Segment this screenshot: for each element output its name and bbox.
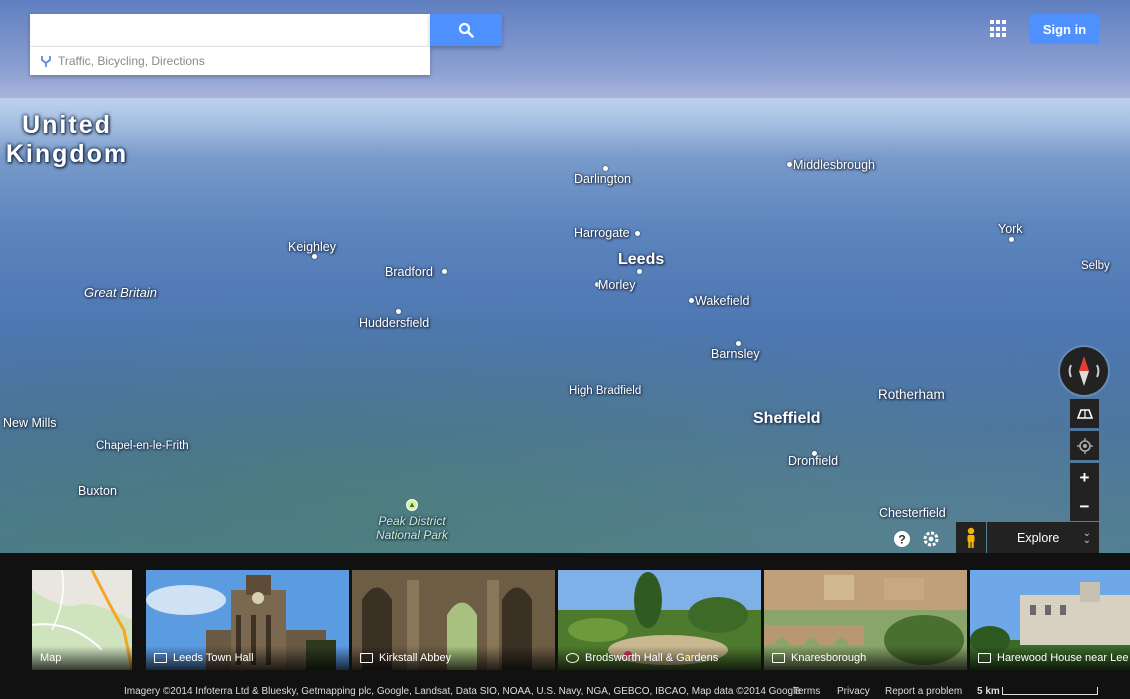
suggestion-text: Traffic, Bicycling, Directions xyxy=(58,54,205,68)
report-problem-link[interactable]: Report a problem xyxy=(885,686,962,697)
apps-grid-icon[interactable] xyxy=(990,20,1008,38)
place-chesterfield[interactable]: Chesterfield xyxy=(879,506,946,520)
svg-text:?: ? xyxy=(898,533,905,547)
explore-button[interactable]: Explore ⌄ ⌄ xyxy=(987,522,1099,553)
place-darlington[interactable]: Darlington xyxy=(574,172,631,186)
carousel-item-kirkstall-abbey[interactable]: Kirkstall Abbey xyxy=(352,570,555,670)
zoom-out-button[interactable]: − xyxy=(1070,492,1099,521)
carousel-caption: Map xyxy=(32,646,132,670)
privacy-link[interactable]: Privacy xyxy=(837,686,870,697)
carousel-caption: Knaresborough xyxy=(764,646,967,670)
place-york[interactable]: York xyxy=(998,222,1023,236)
horizon-haze xyxy=(0,98,1130,158)
place-chapel-en-le-frith[interactable]: Chapel-en-le-Frith xyxy=(96,440,189,452)
place-harrogate[interactable]: Harrogate xyxy=(574,226,630,240)
place-keighley[interactable]: Keighley xyxy=(288,240,336,254)
scale-label: 5 km xyxy=(977,686,1000,697)
search-box xyxy=(30,14,430,46)
footer: Imagery ©2014 Infoterra Ltd & Bluesky, G… xyxy=(0,683,1130,699)
country-label: United Kingdom xyxy=(4,111,130,169)
directions-icon xyxy=(41,56,51,67)
carousel-label: Kirkstall Abbey xyxy=(379,652,452,664)
chevron-down-icon: ⌄ ⌄ xyxy=(1082,528,1091,546)
place-morley[interactable]: Morley xyxy=(598,278,636,292)
country-label-line2: Kingdom xyxy=(5,140,129,168)
place-wakefield[interactable]: Wakefield xyxy=(695,294,749,308)
carousel-label: Knaresborough xyxy=(791,652,867,664)
terrain-shading xyxy=(0,260,1130,553)
search-button[interactable] xyxy=(430,14,502,46)
carousel-label: Brodsworth Hall & Gardens xyxy=(585,652,719,664)
360-icon xyxy=(566,653,579,663)
map-canvas[interactable]: United Kingdom Darlington Middlesbrough … xyxy=(0,0,1130,553)
place-high-bradfield[interactable]: High Bradfield xyxy=(569,385,641,397)
search-input[interactable] xyxy=(30,14,430,46)
carousel-label: Leeds Town Hall xyxy=(173,652,254,664)
place-great-britain[interactable]: Great Britain xyxy=(84,285,157,300)
place-selby[interactable]: Selby xyxy=(1081,260,1110,272)
place-barnsley[interactable]: Barnsley xyxy=(711,347,760,361)
my-location-icon[interactable] xyxy=(1070,431,1099,460)
carousel-caption: Kirkstall Abbey xyxy=(352,646,555,670)
place-bradford[interactable]: Bradford xyxy=(385,265,433,279)
place-marker xyxy=(603,166,608,171)
compass-icon[interactable] xyxy=(1060,347,1108,395)
photo-sphere-icon xyxy=(360,653,373,663)
place-dronfield[interactable]: Dronfield xyxy=(788,454,838,468)
place-new-mills[interactable]: New Mills xyxy=(3,416,56,430)
pegman-icon[interactable] xyxy=(956,522,986,553)
place-marker xyxy=(442,269,447,274)
place-rotherham[interactable]: Rotherham xyxy=(878,387,945,402)
carousel-caption: Harewood House near Lee xyxy=(970,646,1130,670)
directions-suggestion[interactable]: Traffic, Bicycling, Directions xyxy=(30,46,430,75)
zoom-in-button[interactable]: + xyxy=(1070,463,1099,492)
carousel-item-knaresborough[interactable]: Knaresborough xyxy=(764,570,967,670)
carousel-item-harewood-house[interactable]: Harewood House near Lee xyxy=(970,570,1130,670)
place-sheffield[interactable]: Sheffield xyxy=(753,410,821,428)
sign-in-button[interactable]: Sign in xyxy=(1030,14,1099,44)
scale-bar xyxy=(1002,687,1098,695)
terms-link[interactable]: Terms xyxy=(793,686,820,697)
help-icon[interactable]: ? xyxy=(893,530,911,548)
country-label-line1: United xyxy=(22,111,112,139)
carousel-caption: Brodsworth Hall & Gardens xyxy=(558,646,761,670)
attribution-text: Imagery ©2014 Infoterra Ltd & Bluesky, G… xyxy=(124,686,801,697)
place-marker xyxy=(736,341,741,346)
place-middlesbrough[interactable]: Middlesbrough xyxy=(793,158,875,172)
carousel-caption: Leeds Town Hall xyxy=(146,646,349,670)
tilt-icon[interactable] xyxy=(1070,399,1099,428)
search-icon xyxy=(458,22,474,38)
place-leeds[interactable]: Leeds xyxy=(618,251,664,269)
settings-icon[interactable] xyxy=(922,530,940,548)
place-marker xyxy=(689,298,694,303)
carousel-label: Harewood House near Lee xyxy=(997,652,1129,664)
place-huddersfield[interactable]: Huddersfield xyxy=(359,316,429,330)
photo-sphere-icon xyxy=(154,653,167,663)
place-marker xyxy=(635,231,640,236)
carousel-label: Map xyxy=(40,652,62,664)
place-buxton[interactable]: Buxton xyxy=(78,484,117,498)
place-marker xyxy=(312,254,317,259)
photo-sphere-icon xyxy=(772,653,785,663)
place-peak-district[interactable]: Peak District National Park xyxy=(372,514,452,542)
place-marker xyxy=(787,162,792,167)
camera-icon xyxy=(978,653,991,663)
carousel-item-brodsworth-hall[interactable]: Brodsworth Hall & Gardens xyxy=(558,570,761,670)
carousel-item-leeds-town-hall[interactable]: Leeds Town Hall xyxy=(146,570,349,670)
place-marker xyxy=(396,309,401,314)
place-marker xyxy=(637,269,642,274)
park-icon: ▲ xyxy=(406,499,418,511)
carousel-item-map[interactable]: Map xyxy=(32,570,132,670)
place-marker xyxy=(1009,237,1014,242)
explore-label: Explore xyxy=(1017,530,1060,545)
explore-carousel: Map Leeds Town Hall Kirkstall Abbey Brod… xyxy=(0,553,1130,683)
